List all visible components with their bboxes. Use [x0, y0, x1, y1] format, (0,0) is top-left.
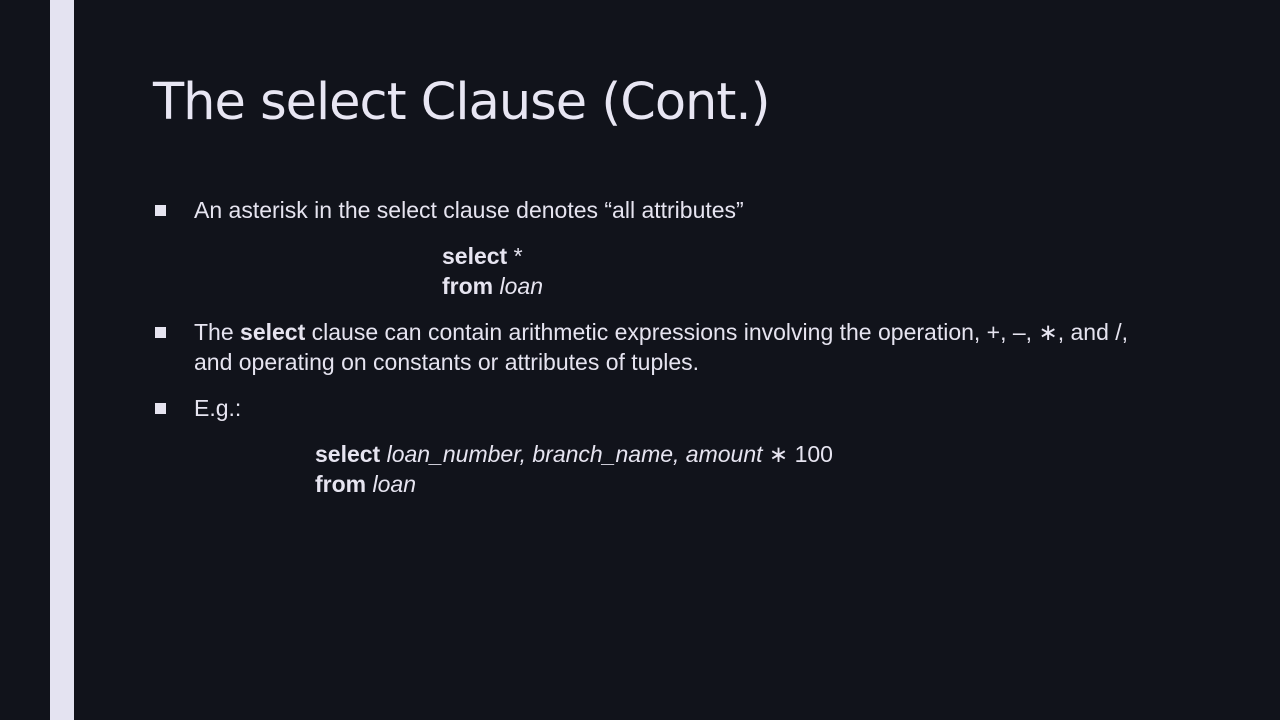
code-text: loan: [493, 273, 544, 299]
bullet-text: E.g.:: [194, 395, 242, 421]
bullet-text-prefix: The: [194, 319, 241, 345]
sql-keyword: from: [315, 471, 367, 497]
code-text: loan: [366, 471, 417, 497]
code-line: select loan_number, branch_name, amount …: [315, 439, 833, 469]
bullet-text-rest: clause can contain arithmetic expression…: [194, 319, 1129, 375]
sql-keyword: select: [442, 243, 508, 269]
slide-title: The select Clause (Cont.): [153, 73, 770, 132]
bullet-text: An asterisk in the select clause denotes…: [194, 197, 744, 223]
code-line: from loan: [442, 271, 543, 301]
sql-keyword: select: [240, 319, 306, 345]
code-example-select-all: select * from loan: [442, 241, 543, 301]
code-text: *: [507, 243, 523, 269]
code-text: ∗ 100: [762, 441, 833, 467]
square-bullet-icon: [155, 197, 169, 211]
bullet-item-arithmetic: The select clause can contain arithmetic…: [155, 317, 1145, 377]
code-text: loan_number, branch_name, amount: [380, 441, 763, 467]
accent-bar: [50, 0, 74, 720]
sql-keyword: from: [442, 273, 494, 299]
bullet-text: The select clause can contain arithmetic…: [194, 317, 1145, 377]
code-line: from loan: [315, 469, 833, 499]
slide: The select Clause (Cont.) An asterisk in…: [0, 0, 1280, 720]
sql-keyword: select: [315, 441, 381, 467]
code-line: select *: [442, 241, 543, 271]
bullet-item-asterisk: An asterisk in the select clause denotes…: [155, 195, 744, 225]
square-bullet-icon: [155, 395, 169, 409]
square-bullet-icon: [155, 319, 169, 333]
bullet-item-example: E.g.:: [155, 393, 241, 423]
code-example-arithmetic: select loan_number, branch_name, amount …: [315, 439, 833, 499]
